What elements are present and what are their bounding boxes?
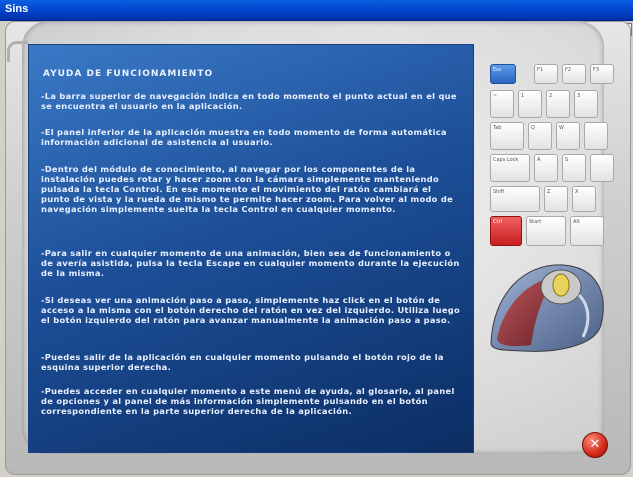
key-f2: F2	[562, 64, 586, 84]
key-start: Start	[526, 216, 566, 246]
key-tab: Tab	[490, 122, 524, 150]
help-heading: AYUDA DE FUNCIONAMIENTO	[43, 69, 214, 79]
exit-button[interactable]: ✕	[582, 432, 608, 458]
keyboard-illustration: Esc F1 F2 F3 ~ 1 2 3 Tab Q W Caps Lock A…	[478, 58, 618, 252]
key-a: A	[534, 154, 558, 182]
key-d	[590, 154, 614, 182]
key-shift: Shift	[490, 186, 540, 212]
help-paragraph: -Para salir en cualquier momento de una …	[41, 248, 460, 278]
help-paragraph: -El panel inferior de la aplicación mues…	[41, 127, 447, 147]
key-x: X	[572, 186, 596, 212]
key-1: 1	[518, 90, 542, 118]
frame-ornament	[7, 41, 28, 62]
title-bar: Sins	[0, 0, 633, 21]
key-caps-lock: Caps Lock	[490, 154, 530, 182]
window-title: Sins	[5, 3, 29, 15]
help-paragraph: -Puedes salir de la aplicación en cualqu…	[41, 352, 444, 372]
help-paragraph: -Dentro del módulo de conocimiento, al n…	[41, 164, 454, 214]
key-ctrl: Ctrl	[490, 216, 522, 246]
help-panel: AYUDA DE FUNCIONAMIENTO -La barra superi…	[28, 44, 474, 453]
key-f3: F3	[590, 64, 614, 84]
key-f1: F1	[534, 64, 558, 84]
help-paragraph: -Si deseas ver una animación paso a paso…	[41, 295, 460, 325]
key-q: Q	[528, 122, 552, 150]
key-w: W	[556, 122, 580, 150]
key-z: Z	[544, 186, 568, 212]
key-3: 3	[574, 90, 598, 118]
key-alt: Alt	[570, 216, 604, 246]
mouse-illustration	[490, 264, 604, 352]
help-paragraph: -Puedes acceder en cualquier momento a e…	[41, 386, 455, 416]
key-s: S	[562, 154, 586, 182]
key-e	[584, 122, 608, 150]
key-esc: Esc	[490, 64, 516, 84]
key-tilde: ~	[490, 90, 514, 118]
key-2: 2	[546, 90, 570, 118]
help-paragraph: -La barra superior de navegación indica …	[41, 91, 457, 111]
